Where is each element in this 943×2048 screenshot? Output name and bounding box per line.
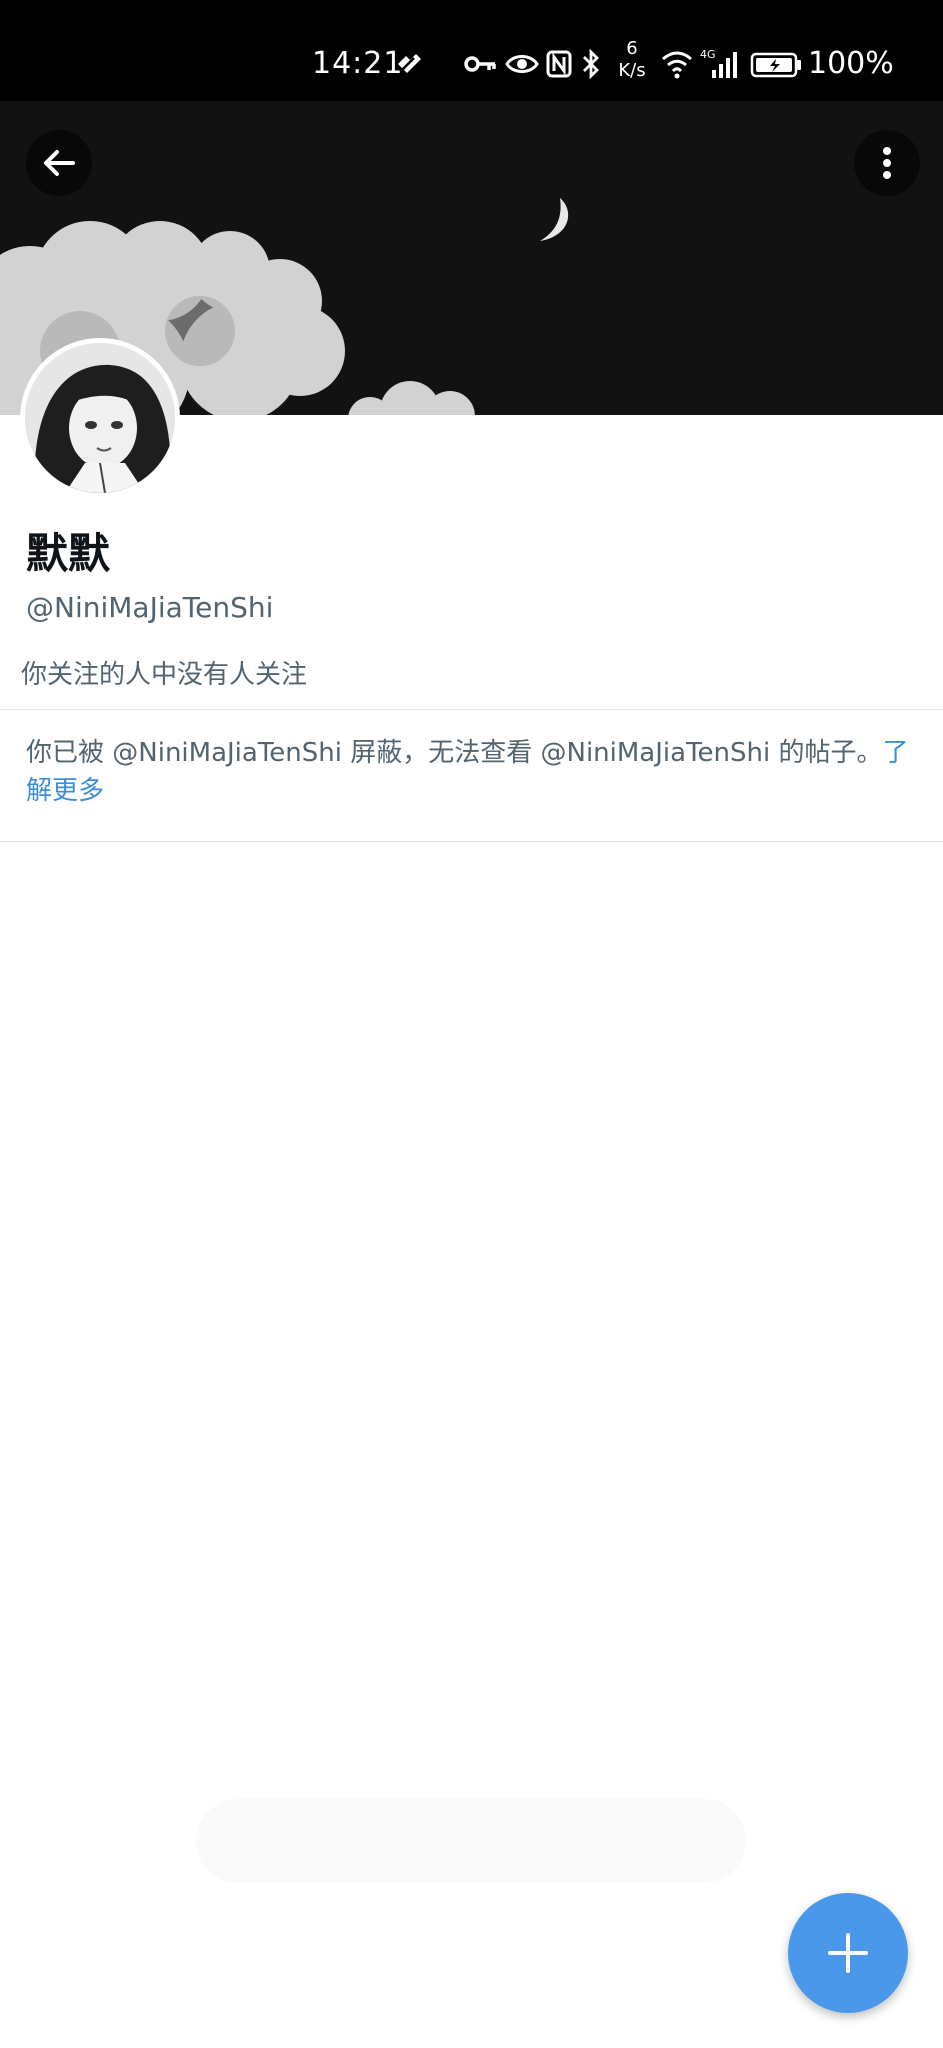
bluetooth-icon [583,48,599,80]
wifi-icon [662,51,692,79]
avatar[interactable] [20,338,180,498]
loading-placeholder [196,1799,746,1883]
divider [0,841,943,842]
network-speed-unit: K/s [618,60,646,81]
network-speed: 6 K/s [614,38,650,82]
eye-icon [505,55,539,73]
plus-icon [828,1933,868,1973]
back-button[interactable] [26,130,92,196]
network-speed-value: 6 [626,38,638,59]
followers-you-know[interactable]: 你关注的人中没有人关注 [21,655,307,695]
arrow-left-icon [44,150,75,176]
more-vertical-icon [883,147,891,179]
status-bar: 14:21 6 K/s 4G 100% [0,0,943,101]
network-type-label: 4G [700,48,716,61]
avatar-image [25,343,175,493]
battery-percentage: 100% [808,46,894,81]
more-options-button[interactable] [854,130,920,196]
battery-icon [750,52,801,78]
compose-post-button[interactable] [788,1893,908,2013]
blocked-notice-text: 你已被 @NiniMaJiaTenShi 屏蔽，无法查看 @NiniMaJiaT… [26,738,883,768]
signal-icon: 4G [700,48,737,78]
status-time: 14:21 [312,46,404,81]
key-icon [464,56,496,72]
blocked-notice: 你已被 @NiniMaJiaTenShi 屏蔽，无法查看 @NiniMaJiaT… [26,734,916,810]
divider [0,709,943,710]
heart-sync-icon [398,54,421,73]
display-name: 默默 [26,529,111,578]
user-handle: @NiniMaJiaTenShi [26,591,274,624]
nfc-icon [546,50,572,78]
